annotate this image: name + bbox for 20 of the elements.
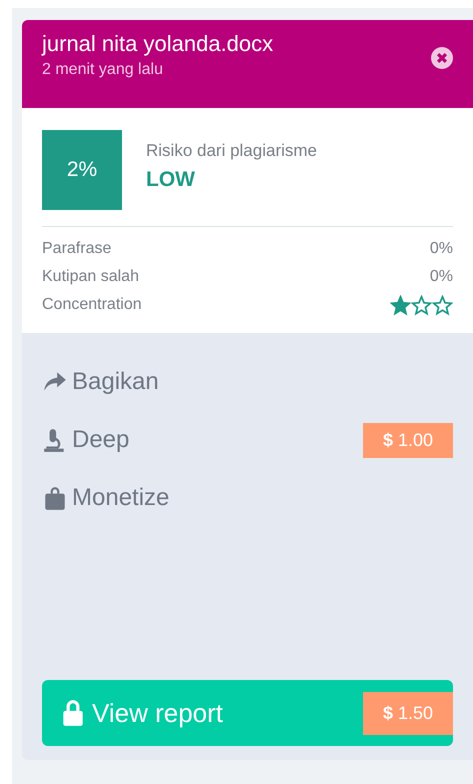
button-label: View report	[92, 696, 224, 730]
risk-score: 2%	[42, 130, 122, 210]
metric-label: Parafrase	[42, 239, 112, 259]
metric-value: 0%	[430, 239, 453, 259]
timestamp: 2 menit yang lalu	[42, 60, 164, 80]
close-icon	[431, 46, 453, 69]
document-title: jurnal nita yolanda.docx	[42, 30, 274, 58]
metric-label: Kutipan salah	[42, 267, 139, 287]
close-button[interactable]	[431, 46, 453, 70]
action-link[interactable]: Deep	[42, 411, 130, 469]
action-link[interactable]: Bagikan	[42, 353, 159, 411]
metric-label: Concentration	[42, 295, 142, 315]
price-tag: $ 1.50	[362, 692, 453, 734]
action-link[interactable]: Monetize	[42, 469, 170, 527]
risk-level: LOW	[146, 166, 196, 192]
price-tag: $ 1.00	[362, 422, 453, 458]
filled-star-icon	[390, 294, 411, 316]
metric-value: 0%	[430, 267, 453, 287]
view-report-button[interactable]: View report $ 1.50	[42, 680, 453, 746]
risk-label: Risiko dari plagiarisme	[146, 140, 318, 162]
